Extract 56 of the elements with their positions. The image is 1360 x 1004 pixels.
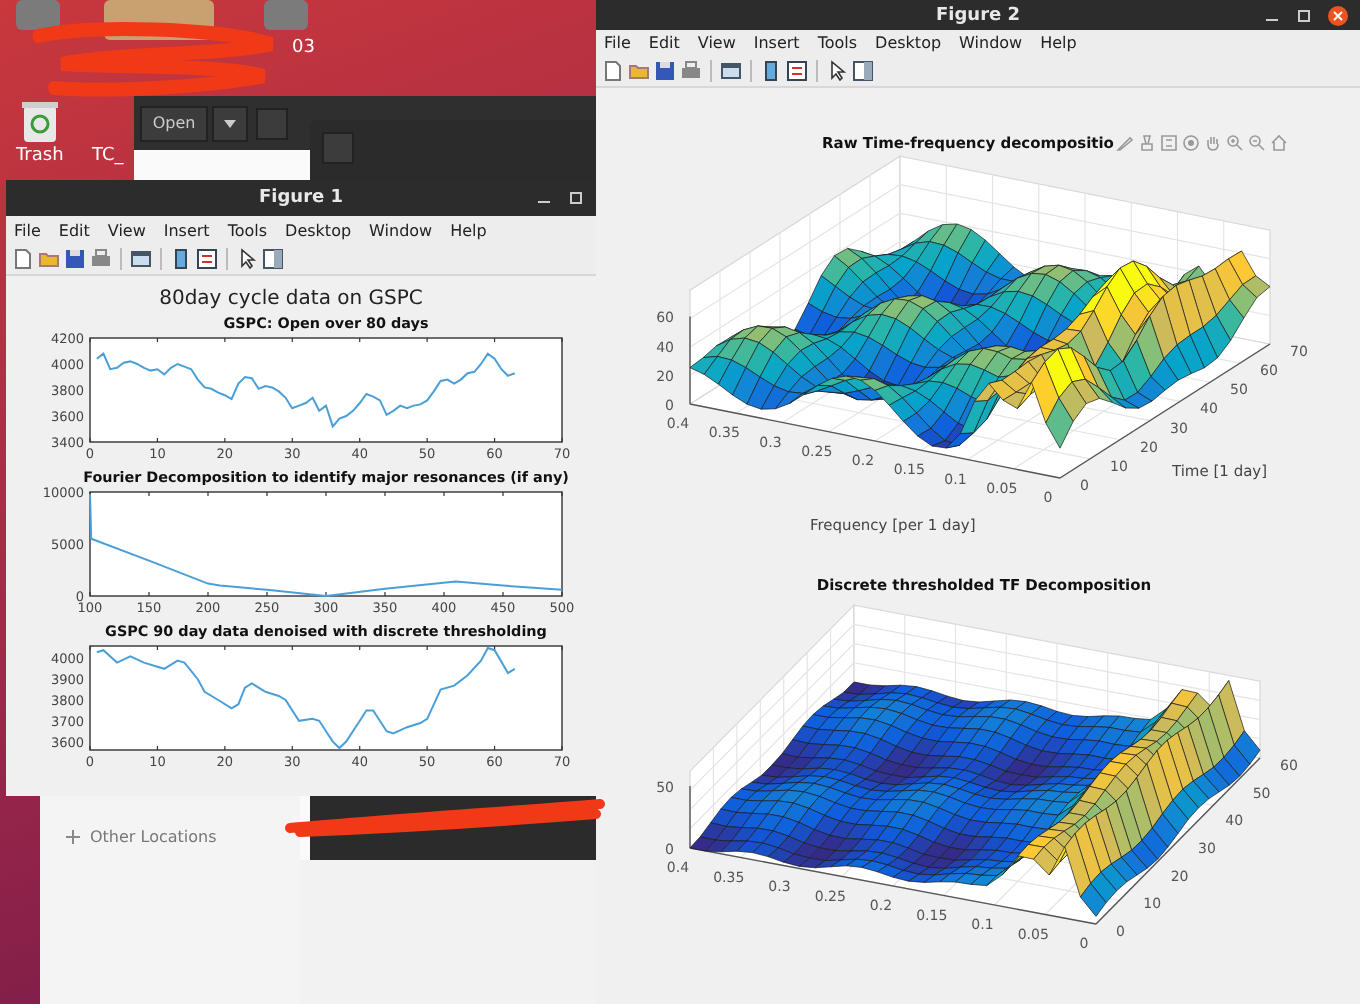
menu-item[interactable]: Insert	[163, 221, 210, 239]
colorbar-icon[interactable]	[170, 248, 192, 270]
dropdown-button[interactable]	[212, 105, 248, 141]
zoom-in-icon[interactable]	[1226, 134, 1244, 152]
legend-icon[interactable]	[196, 248, 218, 270]
folder-icon[interactable]	[38, 248, 60, 270]
brush-icon[interactable]	[1138, 134, 1156, 152]
menu-item[interactable]: File	[14, 221, 41, 239]
menu-item[interactable]: Edit	[648, 34, 680, 52]
menu-item[interactable]: File	[604, 34, 631, 52]
maximize-icon[interactable]	[568, 190, 584, 206]
legend-icon[interactable]	[786, 60, 808, 82]
menu-item[interactable]: Edit	[58, 221, 90, 239]
panel-icon[interactable]	[852, 60, 874, 82]
hand-icon[interactable]	[1204, 134, 1222, 152]
sidebar-item[interactable]: Other Locations	[90, 828, 217, 846]
desktop-icon-label[interactable]: 03	[292, 38, 315, 58]
menu-item[interactable]: Tools	[817, 34, 858, 52]
caret-icon	[224, 119, 236, 127]
cursor-icon[interactable]	[236, 248, 258, 270]
home-icon[interactable]	[1270, 134, 1288, 152]
trash-icon[interactable]	[22, 100, 58, 144]
panel-icon[interactable]	[262, 248, 284, 270]
plus-icon	[66, 830, 80, 844]
print-icon[interactable]	[680, 60, 702, 82]
menu-item[interactable]: Insert	[753, 34, 800, 52]
menu-item[interactable]: View	[697, 34, 736, 52]
window-icon[interactable]	[130, 248, 152, 270]
menu-item[interactable]: Window	[959, 34, 1023, 52]
menu-item[interactable]: Help	[1040, 34, 1077, 52]
menu-item[interactable]: Window	[369, 221, 433, 239]
maximize-icon[interactable]	[1296, 7, 1312, 23]
folder-icon[interactable]	[628, 60, 650, 82]
zoom-out-icon[interactable]	[1248, 134, 1266, 152]
open-button[interactable]: Open	[140, 105, 208, 141]
figure-title: 80day cycle data on GSPC	[159, 288, 423, 310]
menu-item[interactable]: Help	[450, 221, 487, 239]
desktop-icon-label[interactable]: TC_	[92, 146, 124, 166]
save-icon[interactable]	[654, 60, 676, 82]
menu-item[interactable]: Desktop	[285, 221, 352, 239]
rotate-icon[interactable]	[1182, 134, 1200, 152]
menu-item[interactable]: View	[107, 221, 146, 239]
new-file-icon[interactable]	[12, 248, 34, 270]
cursor-icon[interactable]	[826, 60, 848, 82]
window-title: Figure 1	[258, 188, 344, 208]
colorbar-icon[interactable]	[760, 60, 782, 82]
new-file-icon[interactable]	[602, 60, 624, 82]
window-icon[interactable]	[720, 60, 742, 82]
window-title: Figure 2	[935, 5, 1021, 25]
print-icon[interactable]	[90, 248, 112, 270]
menu-item[interactable]: Tools	[227, 221, 268, 239]
close-icon[interactable]	[1328, 5, 1348, 25]
pencil-icon[interactable]	[1116, 134, 1134, 152]
desktop-icon-label[interactable]: Trash	[16, 146, 64, 166]
save-icon[interactable]	[64, 248, 86, 270]
menu-item[interactable]: Desktop	[875, 34, 942, 52]
